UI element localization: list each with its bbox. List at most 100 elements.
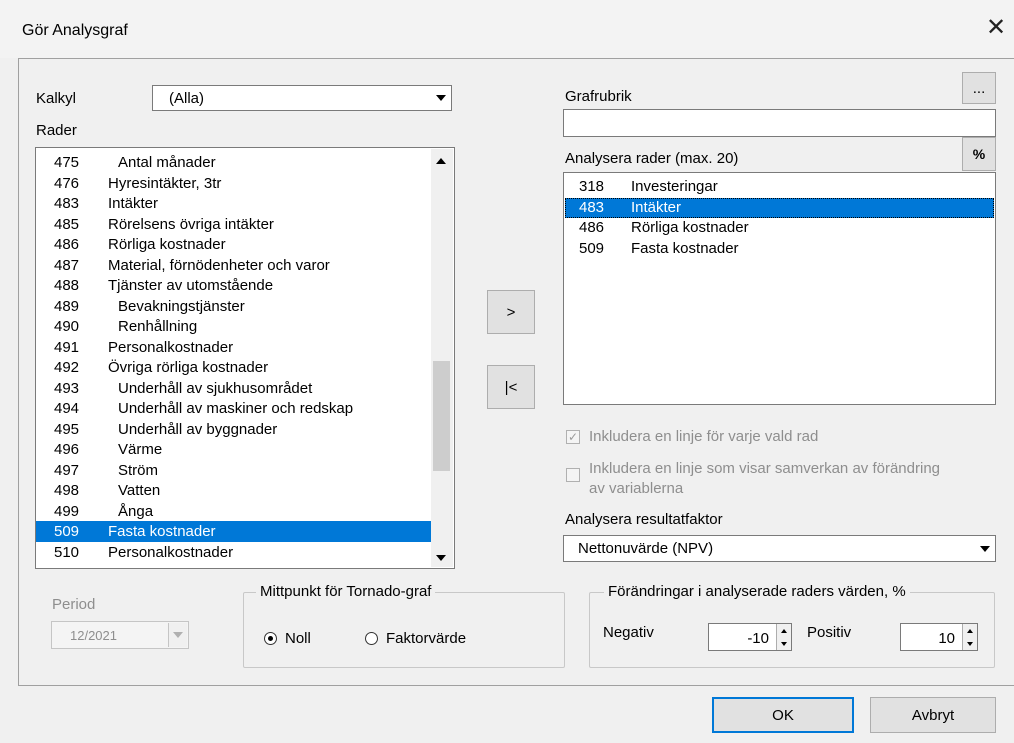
scroll-up-icon[interactable] xyxy=(436,158,446,164)
analysera-rader-listbox[interactable]: 318 Investeringar 483 Intäkter 486 Rörliga ko… xyxy=(563,172,996,405)
row-number: 509 xyxy=(579,239,605,257)
remove-row-button[interactable]: |< xyxy=(487,365,535,409)
row-name: Investeringar xyxy=(631,178,718,195)
list-item[interactable]: 496 Värme xyxy=(36,439,431,460)
list-item[interactable]: 486 Rörliga kostnader xyxy=(565,218,994,238)
negativ-value: -10 xyxy=(747,630,769,647)
row-name: Värme xyxy=(118,441,163,458)
row-number: 485 xyxy=(54,215,80,233)
row-name: Material, förnödenheter och varor xyxy=(108,256,330,274)
row-number: 491 xyxy=(54,338,80,356)
row-name: Tjänster av utomstående xyxy=(108,277,274,294)
list-item[interactable]: 499 Ånga xyxy=(36,501,431,522)
window-title: Gör Analysgraf xyxy=(22,22,128,39)
resultatfaktor-select[interactable]: Nettonuvärde (NPV) xyxy=(563,535,996,562)
mittpunkt-legend: Mittpunkt för Tornado-graf xyxy=(256,583,436,600)
spin-down-icon[interactable] xyxy=(962,637,977,650)
cancel-button[interactable]: Avbryt xyxy=(870,697,996,733)
positiv-value: 10 xyxy=(938,630,955,647)
scroll-thumb[interactable] xyxy=(433,361,450,471)
list-item[interactable]: 483 Intäkter xyxy=(565,197,994,218)
row-name: Fasta kostnader xyxy=(108,523,216,540)
forandringar-legend: Förändringar i analyserade raders värden… xyxy=(604,583,910,600)
row-number: 498 xyxy=(54,482,80,499)
list-item[interactable]: 318 Investeringar xyxy=(565,177,994,197)
list-item[interactable]: 495 Underhåll av byggnader xyxy=(36,419,431,440)
row-name: Renhållning xyxy=(118,318,198,335)
positiv-label: Positiv xyxy=(807,624,852,641)
radio-faktorvarde-label: Faktorvärde xyxy=(386,630,467,647)
list-item[interactable]: 489 Bevakningstjänster xyxy=(36,296,431,317)
scroll-down-icon[interactable] xyxy=(436,555,446,561)
list-item[interactable]: 494 Underhåll av maskiner och redskap xyxy=(36,398,431,419)
radio-noll-label: Noll xyxy=(285,630,311,647)
list-item[interactable]: 491 Personalkostnader xyxy=(36,337,431,358)
row-number: 510 xyxy=(54,543,80,561)
list-item[interactable]: 475 Antal månader xyxy=(36,152,431,173)
list-item[interactable]: 509 Fasta kostnader xyxy=(36,521,431,542)
include-each-line-checkbox[interactable]: ✓ xyxy=(566,430,580,444)
row-name: Antal månader xyxy=(118,154,216,171)
row-name: Underhåll av byggnader xyxy=(118,420,278,438)
row-name: Intäkter xyxy=(108,195,159,212)
list-item[interactable]: 485 Rörelsens övriga intäkter xyxy=(36,214,431,235)
row-name: Underhåll av maskiner och redskap xyxy=(118,400,354,417)
resultatfaktor-value: Nettonuvärde (NPV) xyxy=(578,540,714,557)
rader-label: Rader xyxy=(36,122,77,139)
row-name: Rörliga kostnader xyxy=(108,236,226,253)
row-number: 476 xyxy=(54,174,80,192)
list-item[interactable]: 498 Vatten xyxy=(36,480,431,501)
row-number: 509 xyxy=(54,523,80,540)
list-item[interactable]: 509 Fasta kostnader xyxy=(565,239,994,259)
radio-faktorvarde[interactable] xyxy=(365,632,378,645)
row-number: 494 xyxy=(54,400,80,417)
row-number: 483 xyxy=(579,198,605,216)
row-number: 493 xyxy=(54,379,80,397)
row-number: 318 xyxy=(579,178,605,195)
row-number: 486 xyxy=(54,236,80,253)
grafrubrik-input[interactable] xyxy=(563,109,996,137)
list-item[interactable]: 487 Material, förnödenheter och varor xyxy=(36,255,431,276)
list-item[interactable]: 490 Renhållning xyxy=(36,316,431,337)
rader-scrollbar[interactable] xyxy=(431,149,453,567)
list-item[interactable]: 492 Övriga rörliga kostnader xyxy=(36,357,431,378)
add-row-button[interactable]: > xyxy=(487,290,535,334)
list-item[interactable]: 486 Rörliga kostnader xyxy=(36,234,431,255)
kalkyl-label: Kalkyl xyxy=(36,90,77,107)
row-number: 490 xyxy=(54,318,80,335)
rader-listbox[interactable]: 475 Antal månader 476 Hyresintäkter, 3tr 483… xyxy=(35,147,455,569)
radio-noll[interactable] xyxy=(264,632,277,645)
row-name: Personalkostnader xyxy=(108,338,234,356)
period-select[interactable]: 12/2021 xyxy=(51,621,189,649)
spin-up-icon[interactable] xyxy=(962,624,977,637)
row-name: Övriga rörliga kostnader xyxy=(108,359,269,376)
row-name: Hyresintäkter, 3tr xyxy=(108,174,222,192)
row-name: Ström xyxy=(118,461,159,479)
browse-button[interactable]: ... xyxy=(962,72,996,104)
close-icon[interactable]: ✕ xyxy=(986,16,1006,40)
list-item[interactable]: 488 Tjänster av utomstående xyxy=(36,275,431,296)
negativ-spinner[interactable]: -10 xyxy=(708,623,792,651)
list-item[interactable]: 497 Ström xyxy=(36,460,431,481)
row-name: Personalkostnader xyxy=(108,543,234,561)
chevron-down-icon xyxy=(976,537,994,560)
row-number: 492 xyxy=(54,359,80,376)
percent-button[interactable]: % xyxy=(962,137,996,171)
include-interaction-checkbox[interactable] xyxy=(566,468,580,482)
row-number: 495 xyxy=(54,420,80,438)
spin-down-icon[interactable] xyxy=(776,637,791,650)
grafrubrik-label: Grafrubrik xyxy=(565,88,632,105)
spin-up-icon[interactable] xyxy=(776,624,791,637)
kalkyl-select[interactable]: (Alla) xyxy=(152,85,452,111)
row-number: 499 xyxy=(54,502,80,520)
row-name: Rörliga kostnader xyxy=(631,219,749,236)
list-item[interactable]: 510 Personalkostnader xyxy=(36,542,431,563)
row-number: 489 xyxy=(54,297,80,315)
list-item[interactable]: 476 Hyresintäkter, 3tr xyxy=(36,173,431,194)
ok-button[interactable]: OK xyxy=(712,697,854,733)
row-name: Bevakningstjänster xyxy=(118,297,245,315)
list-item[interactable]: 483 Intäkter xyxy=(36,193,431,214)
positiv-spinner[interactable]: 10 xyxy=(900,623,978,651)
list-item[interactable]: 493 Underhåll av sjukhusområdet xyxy=(36,378,431,399)
include-interaction-label-2: av variablerna xyxy=(589,480,684,497)
